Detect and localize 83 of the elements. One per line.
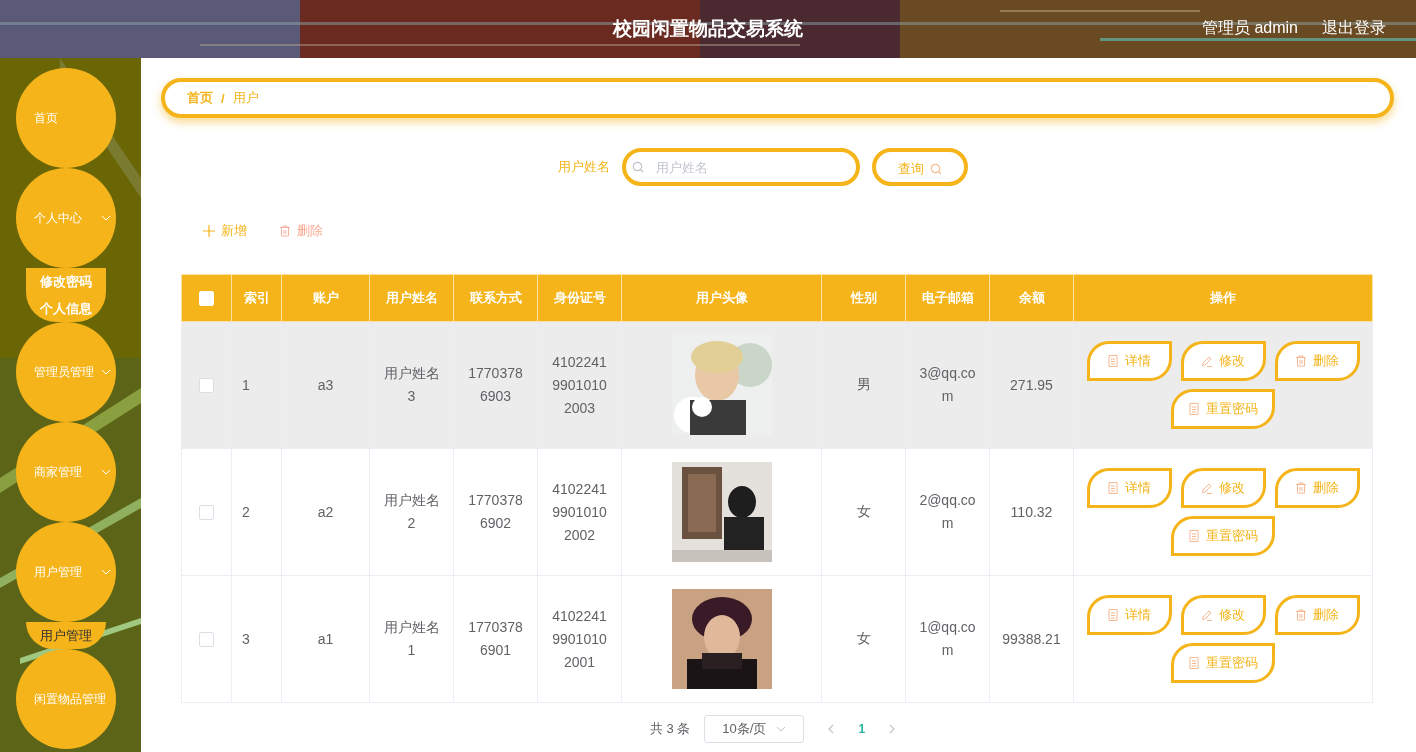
total-count: 共 3 条 [649, 720, 691, 738]
table-cell: a1 [317, 631, 334, 647]
column-header: 用户头像 [621, 274, 822, 322]
table-cell: a3 [317, 377, 334, 393]
edit-button[interactable]: 修改 [1180, 341, 1266, 381]
submenu-item[interactable]: 个人信息 [26, 295, 106, 322]
document-icon [1107, 609, 1119, 621]
chevron-icon [776, 726, 787, 732]
table-cell-text: 2@qq.com [918, 491, 977, 533]
field-label: 用户姓名 [557, 158, 610, 176]
document-icon [1188, 657, 1200, 669]
trash-icon [1295, 355, 1307, 367]
breadcrumb-link[interactable]: 用户 [232, 89, 259, 107]
detail-button[interactable]: 详情 [1086, 468, 1172, 508]
search-icon [631, 161, 644, 173]
table-cell-text: 17703786901 [467, 618, 524, 660]
table-cell: 女 [856, 503, 871, 519]
edit-button[interactable]: 修改 [1180, 468, 1266, 508]
table-cell-text: 17703786903 [467, 364, 524, 406]
column-header: 性别 [821, 274, 906, 322]
table-cell-text: 17703786902 [467, 491, 524, 533]
detail-button[interactable]: 详情 [1086, 595, 1172, 635]
document-icon [1107, 355, 1119, 367]
column-header: 身份证号 [537, 274, 622, 322]
pencil-icon [1201, 609, 1213, 621]
trash-icon [279, 225, 291, 237]
page-number[interactable]: 1 [858, 722, 866, 736]
column-header: 操作 [1073, 274, 1373, 322]
trash-icon [1295, 609, 1307, 621]
reset-password-button[interactable]: 重置密码 [1171, 389, 1275, 429]
query-button[interactable]: 查询 [871, 148, 968, 186]
add-button[interactable]: 新增 [201, 218, 249, 244]
table-cell: 271.95 [1010, 377, 1053, 393]
column-header: 电子邮箱 [905, 274, 990, 322]
column-header: 账户 [281, 274, 370, 322]
breadcrumb-separator: / [221, 90, 225, 106]
submenu-item[interactable]: 用户管理 [26, 622, 106, 649]
column-header: 余额 [989, 274, 1074, 322]
delete-button[interactable]: 删除 [1274, 468, 1360, 508]
table-cell: 3 [242, 631, 250, 647]
submenu-item[interactable]: 修改密码 [26, 268, 106, 295]
document-icon [1188, 530, 1200, 542]
column-header: 用户姓名 [369, 274, 454, 322]
reset-password-button[interactable]: 重置密码 [1171, 643, 1275, 683]
page-size-select[interactable]: 10条/页 [704, 715, 805, 743]
table-cell: 1 [242, 377, 250, 393]
previous-page-icon[interactable] [828, 724, 835, 734]
pencil-icon [1201, 482, 1213, 494]
delete-button[interactable]: 删除 [277, 218, 325, 244]
table-cell: a2 [317, 504, 334, 520]
row-checkbox[interactable] [199, 632, 214, 648]
table-cell-text: 用户姓名3 [382, 364, 441, 406]
table-cell: 99388.21 [1002, 631, 1061, 647]
pencil-icon [1201, 355, 1213, 367]
table-cell: 女 [856, 630, 871, 646]
plus-icon [203, 225, 215, 237]
delete-button[interactable]: 删除 [1274, 341, 1360, 381]
next-page-icon[interactable] [889, 724, 896, 734]
search-icon [929, 163, 942, 175]
table-cell-text: 410224199010102003 [551, 352, 608, 418]
detail-button[interactable]: 详情 [1086, 341, 1172, 381]
edit-button[interactable]: 修改 [1180, 595, 1266, 635]
document-icon [1107, 482, 1119, 494]
table-cell: 2 [242, 504, 250, 520]
search-field[interactable]: 用户姓名 [621, 148, 860, 186]
table-cell: 110.32 [1010, 504, 1053, 520]
document-icon [1188, 403, 1200, 415]
table-cell-text: 3@qq.com [918, 364, 977, 406]
column-header: 联系方式 [453, 274, 538, 322]
column-header: 索引 [231, 274, 282, 322]
table-cell-text: 用户姓名1 [382, 618, 441, 660]
table-cell: 男 [856, 376, 871, 392]
row-checkbox[interactable] [199, 378, 214, 394]
row-checkbox[interactable] [199, 505, 214, 521]
table-cell-text: 1@qq.com [918, 618, 977, 660]
trash-icon [1295, 482, 1307, 494]
table-cell-text: 410224199010102001 [551, 606, 608, 672]
select-all-checkbox[interactable] [199, 291, 214, 307]
table-cell-text: 410224199010102002 [551, 479, 608, 545]
delete-button[interactable]: 删除 [1274, 595, 1360, 635]
breadcrumb-link[interactable]: 首页 [187, 89, 213, 107]
table-cell-text: 用户姓名2 [382, 491, 441, 533]
reset-password-button[interactable]: 重置密码 [1171, 516, 1275, 556]
